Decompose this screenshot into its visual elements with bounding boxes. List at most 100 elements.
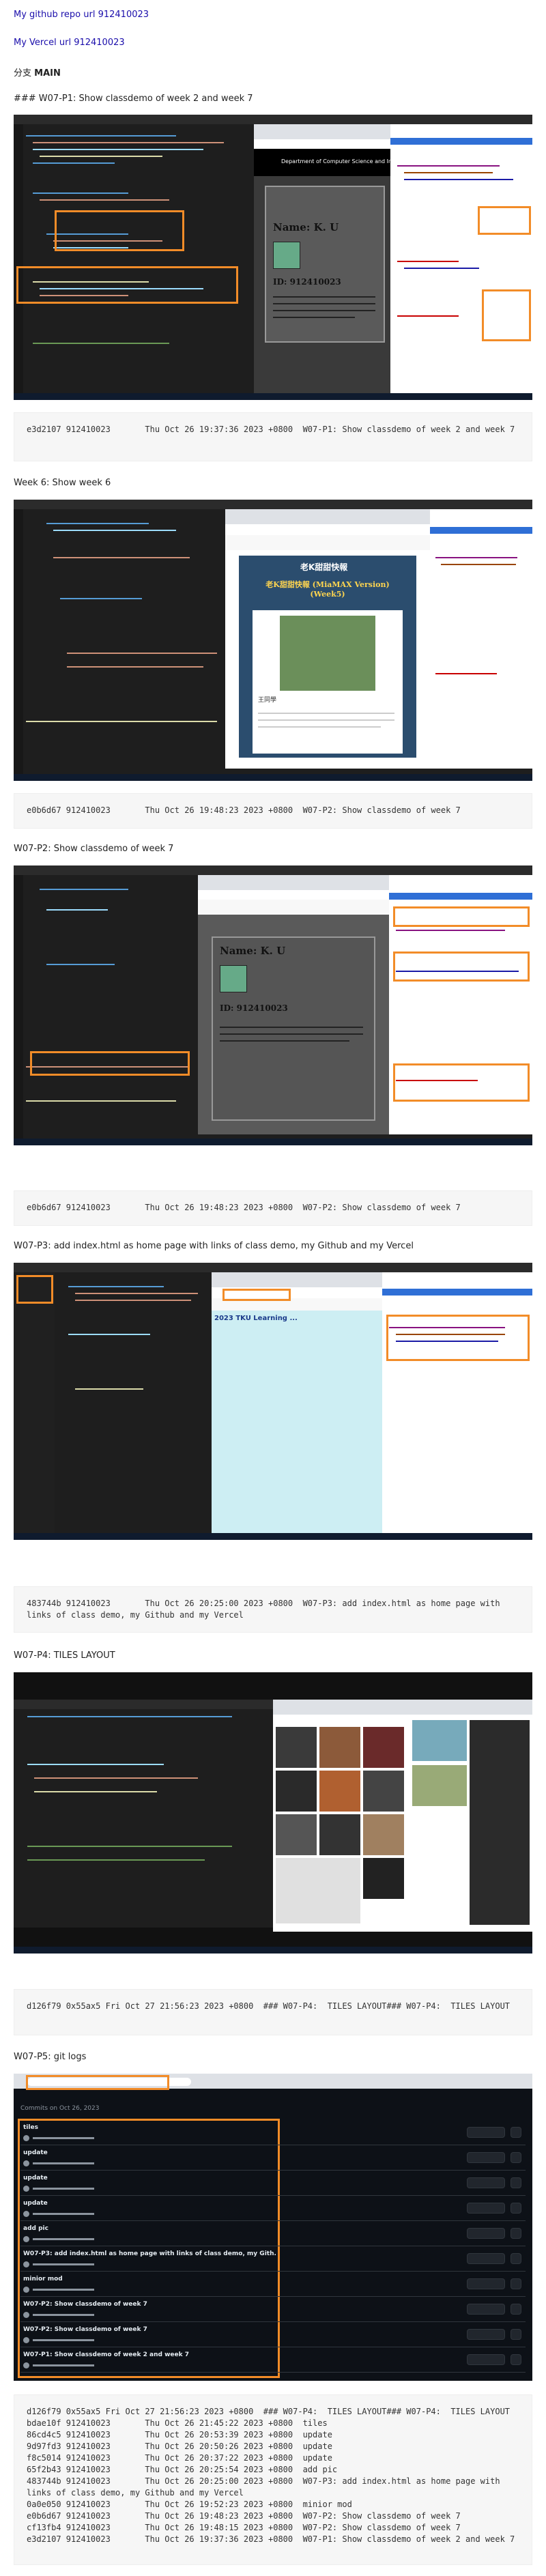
browser-window: 老K甜甜快報 老K甜甜快報 (MiaMAX Version) (Week5) 王… [225,509,430,769]
commit-meta-bar [33,2263,94,2265]
commit-message[interactable]: W07-P2: Show classdemo of week 7 [23,2301,147,2308]
browse-files-icon[interactable] [511,2177,521,2188]
avatar [273,242,300,269]
commit-row[interactable]: update [20,2197,526,2221]
browser-window: 2023 TKU Learning ... [212,1272,382,1534]
commit-log: e0b6d67 912410023 Thu Oct 26 19:48:23 20… [14,1190,532,1226]
commit-message[interactable]: add pic [23,2225,48,2232]
screenshot-week6: 老K甜甜快報 老K甜甜快報 (MiaMAX Version) (Week5) 王… [14,500,532,781]
code-editor [61,1279,212,1511]
screenshot-w07-p4 [14,1672,532,1954]
article-card: 王同學 [253,610,403,754]
copy-sha-button[interactable] [467,2253,505,2264]
github-repo-link[interactable]: My github repo url 912410023 [14,10,149,20]
section-title: Week 6: Show week 6 [14,478,111,488]
copy-sha-button[interactable] [467,2203,505,2214]
devtools-panel [382,1272,532,1534]
commit-log: d126f79 0x55ax5 Fri Oct 27 21:56:23 2023… [14,1989,532,2035]
section-title: W07-P2: Show classdemo of week 7 [14,844,174,854]
page-title: 老K甜甜快報 [300,562,348,572]
browse-files-icon[interactable] [511,2228,521,2239]
section-title: ### W07-P1: Show classdemo of week 2 and… [14,94,253,104]
id-label: ID: 912410023 [273,277,341,287]
copy-sha-button[interactable] [467,2329,505,2340]
code-editor [14,1709,273,1928]
page-heading: 2023 TKU Learning ... [214,1315,298,1322]
news-page: 老K甜甜快報 老K甜甜快報 (MiaMAX Version) (Week5) 王… [239,556,416,758]
copy-sha-button[interactable] [467,2127,505,2138]
commit-row[interactable]: tiles [20,2121,526,2145]
avatar [23,2287,29,2293]
highlight-box [482,289,531,341]
screenshot-github-commits: Commits on Oct 26, 2023 tiles update updat… [14,2074,532,2381]
article-author: 王同學 [258,697,277,704]
highlight-box [30,1051,190,1076]
browse-files-icon[interactable] [511,2329,521,2340]
browse-files-icon[interactable] [511,2354,521,2365]
commit-meta-bar [33,2339,94,2341]
commit-message[interactable]: W07-P3: add index.html as home page with… [23,2250,276,2257]
code-editor [26,131,251,390]
address-bar[interactable] [225,524,430,535]
copy-sha-button[interactable] [467,2354,505,2365]
address-bar[interactable] [254,139,390,149]
branch-label: 分支 MAIN [14,66,61,78]
avatar [23,2261,29,2267]
code-editor [26,882,197,1128]
browser-window: Department of Computer Science and Infor… [254,124,453,393]
activity-bar [14,124,23,400]
browser-tabbar [254,124,390,139]
copy-sha-button[interactable] [467,2304,505,2315]
commit-log: e3d2107 912410023 Thu Oct 26 19:37:36 20… [14,412,532,461]
copy-sha-button[interactable] [467,2278,505,2289]
commit-message[interactable]: tiles [23,2124,38,2131]
commit-row[interactable]: W07-P1: Show classdemo of week 2 and wee… [20,2349,526,2373]
commit-message[interactable]: W07-P2: Show classdemo of week 7 [23,2326,147,2333]
browser-window: Name: K. U ID: 912410023 [198,875,389,1134]
browse-files-icon[interactable] [511,2253,521,2264]
commit-meta-bar [33,2289,94,2291]
commit-message[interactable]: update [23,2149,48,2156]
commit-row[interactable]: W07-P2: Show classdemo of week 7 [20,2323,526,2347]
section-title: W07-P4: TILES LAYOUT [14,1650,115,1661]
highlight-box [393,951,530,982]
profile-card: Name: K. U ID: 912410023 [212,936,375,1121]
commit-row[interactable]: update [20,2147,526,2171]
page-subtitle: 老K甜甜快報 (MiaMAX Version) (Week5) [265,580,390,599]
browse-files-icon[interactable] [511,2127,521,2138]
commit-row[interactable]: W07-P3: add index.html as home page with… [20,2248,526,2272]
commit-row[interactable]: update [20,2172,526,2196]
vercel-link[interactable]: My Vercel url 912410023 [14,38,125,48]
screenshot-w07-p1: Department of Computer Science and Infor… [14,115,532,400]
commit-message[interactable]: update [23,2175,48,2181]
branch-prefix: 分支 [14,68,32,78]
avatar [23,2236,29,2242]
site-header: Department of Computer Science and Infor… [254,149,453,176]
commit-row[interactable]: minior mod [20,2273,526,2297]
highlight-box [386,1315,530,1361]
commit-message[interactable]: update [23,2200,48,2207]
commit-message[interactable]: minior mod [23,2276,63,2282]
browse-files-icon[interactable] [511,2203,521,2214]
copy-sha-button[interactable] [467,2152,505,2163]
avatar [23,2135,29,2141]
browse-files-icon[interactable] [511,2278,521,2289]
screenshot-w07-p3: 2023 TKU Learning ... [14,1263,532,1540]
commit-meta-bar [33,2314,94,2316]
name-label: Name: K. U [273,221,339,233]
copy-sha-button[interactable] [467,2228,505,2239]
commit-message[interactable]: W07-P1: Show classdemo of week 2 and wee… [23,2351,189,2358]
commit-list: tiles update update update add pic W07-P3: ad… [20,2121,526,2374]
commit-row[interactable]: add pic [20,2222,526,2246]
avatar [23,2337,29,2343]
browser-window [273,1700,410,1932]
commit-row[interactable]: W07-P2: Show classdemo of week 7 [20,2298,526,2322]
commit-meta-bar [33,2364,94,2366]
browse-files-icon[interactable] [511,2304,521,2315]
commit-meta-bar [33,2188,94,2190]
commits-date-header: Commits on Oct 26, 2023 [20,2105,100,2112]
browse-files-icon[interactable] [511,2152,521,2163]
page: My github repo url 912410023 My Vercel u… [0,0,546,2576]
commit-log: e0b6d67 912410023 Thu Oct 26 19:48:23 20… [14,793,532,829]
copy-sha-button[interactable] [467,2177,505,2188]
